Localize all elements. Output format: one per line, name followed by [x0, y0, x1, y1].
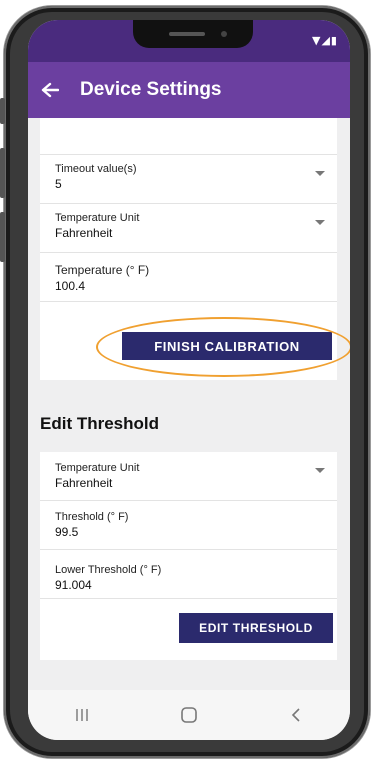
temperature-unit-value: Fahrenheit	[55, 226, 113, 240]
android-nav-bar	[28, 690, 350, 740]
edit-threshold-title: Edit Threshold	[40, 414, 159, 433]
status-bar: ▼◢▮	[28, 20, 350, 62]
threshold-field[interactable]: Threshold (° F) 99.5	[40, 501, 337, 550]
timeout-label: Timeout value(s)	[55, 163, 137, 175]
phone-screen: ▼◢▮ Device Settings Timeout value(s) 5 T…	[28, 20, 350, 740]
back-chevron-icon[interactable]	[276, 700, 316, 730]
notch	[133, 20, 253, 48]
arrow-left-icon[interactable]	[40, 80, 60, 100]
home-icon[interactable]	[169, 700, 209, 730]
threshold-temperature-unit-dropdown[interactable]: Temperature Unit Fahrenheit	[40, 452, 337, 501]
temperature-unit-dropdown[interactable]: Temperature Unit Fahrenheit	[40, 204, 337, 253]
threshold-value: 99.5	[55, 525, 79, 539]
chevron-down-icon	[315, 171, 325, 176]
lower-threshold-field[interactable]: Lower Threshold (° F) 91.004	[40, 550, 337, 599]
edit-threshold-button[interactable]: EDIT THRESHOLD	[179, 613, 333, 643]
page-title: Device Settings	[80, 79, 222, 100]
speaker	[169, 32, 205, 36]
settings-content[interactable]: Timeout value(s) 5 Temperature Unit Fahr…	[28, 118, 350, 690]
calibration-card: Timeout value(s) 5 Temperature Unit Fahr…	[40, 118, 350, 380]
phone-volume-up	[0, 148, 5, 198]
temperature-field[interactable]: Temperature (° F) 100.4	[40, 253, 337, 302]
temperature-label: Temperature (° F)	[55, 263, 150, 277]
recents-icon[interactable]	[62, 700, 102, 730]
chevron-down-icon	[315, 468, 325, 473]
card-top-spacer	[40, 118, 337, 155]
timeout-dropdown[interactable]: Timeout value(s) 5	[40, 155, 337, 204]
camera	[221, 31, 227, 37]
phone-volume-down	[0, 212, 5, 262]
lower-threshold-value: 91.004	[55, 578, 92, 592]
threshold-label: Threshold (° F)	[55, 511, 129, 523]
highlight-ellipse	[96, 317, 350, 377]
chevron-down-icon	[315, 220, 325, 225]
lower-threshold-label: Lower Threshold (° F)	[55, 564, 162, 576]
temperature-value: 100.4	[55, 279, 86, 293]
phone-side-button	[0, 98, 5, 124]
threshold-temperature-unit-value: Fahrenheit	[55, 476, 113, 490]
threshold-card: Temperature Unit Fahrenheit Threshold (°…	[40, 452, 337, 660]
temperature-unit-label: Temperature Unit	[55, 212, 140, 224]
app-bar: Device Settings	[28, 62, 350, 118]
timeout-value: 5	[55, 177, 62, 191]
threshold-temperature-unit-label: Temperature Unit	[55, 462, 140, 474]
status-icons: ▼◢▮	[312, 34, 338, 47]
